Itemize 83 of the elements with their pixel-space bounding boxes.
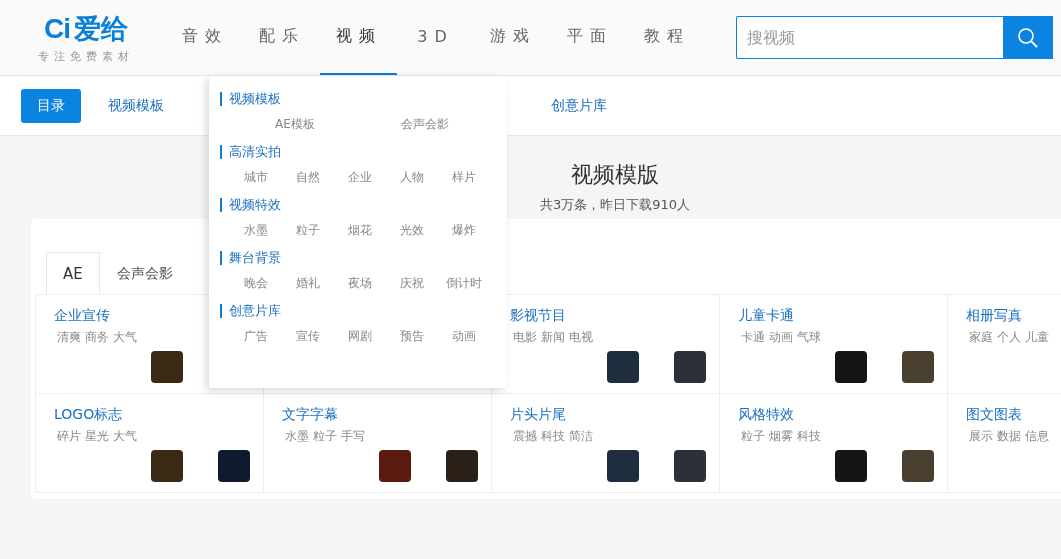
nav-tab[interactable]: 音效 (166, 0, 243, 75)
tab[interactable]: 会声会影 (99, 252, 190, 294)
category-card[interactable]: 风格特效 粒子 烟雾 科技 (720, 394, 948, 493)
category-title[interactable]: 影视节目 (510, 307, 566, 327)
video-thumbnail[interactable] (446, 450, 478, 482)
menu-item[interactable]: 自然 (282, 169, 334, 186)
video-thumbnail[interactable] (835, 351, 867, 383)
menu-item[interactable]: 倒计时 (438, 275, 490, 292)
section-title: 视频模版 (571, 161, 659, 189)
category-card[interactable]: LOGO标志 碎片 星光 大气 (36, 394, 264, 493)
menu-item[interactable]: 烟花 (334, 222, 386, 239)
nav-tab[interactable]: 教程 (628, 0, 705, 75)
menu-item[interactable]: 晚会 (230, 275, 282, 292)
category-title[interactable]: 风格特效 (738, 406, 794, 426)
search-icon (1017, 26, 1039, 49)
category-tags: 电影 新闻 电视 (510, 329, 593, 345)
subnav-link[interactable]: 创意片库 (551, 88, 607, 123)
menu-heading[interactable]: 视频特效 (220, 198, 491, 212)
category-title[interactable]: 文字字幕 (282, 406, 338, 426)
logo-name: 爱给 (74, 12, 128, 46)
video-thumbnail[interactable] (218, 450, 250, 482)
category-card[interactable]: 片头片尾 震撼 科技 简洁 (492, 394, 720, 493)
nav-tab[interactable]: 3D (397, 0, 474, 75)
menu-item[interactable]: 庆祝 (386, 275, 438, 292)
menu-item[interactable]: 企业 (334, 169, 386, 186)
menu-heading[interactable]: 高清实拍 (220, 145, 491, 159)
category-tags: 震撼 科技 简洁 (510, 428, 593, 444)
subnav-link[interactable]: 目录 (21, 88, 81, 123)
menu-heading[interactable]: 舞台背景 (220, 251, 491, 265)
menu-heading[interactable]: 创意片库 (220, 304, 491, 318)
video-thumbnail[interactable] (151, 450, 183, 482)
menu-item[interactable]: 人物 (386, 169, 438, 186)
category-tags: 卡通 动画 气球 (738, 329, 821, 345)
video-thumbnail[interactable] (902, 450, 934, 482)
category-tags: 水墨 粒子 手写 (282, 428, 365, 444)
menu-item[interactable]: 预告 (386, 328, 438, 345)
search-field[interactable]: 搜视频 (736, 16, 1003, 59)
nav-tab[interactable]: 平面 (551, 0, 628, 75)
logo-mark: Ci (44, 13, 70, 45)
category-title[interactable]: 片头片尾 (510, 406, 566, 426)
video-thumbnail[interactable] (835, 450, 867, 482)
category-card[interactable]: 相册写真 家庭 个人 儿童 (948, 295, 1061, 394)
category-card[interactable]: 儿童卡通 卡通 动画 气球 (720, 295, 948, 394)
category-tags: 粒子 烟雾 科技 (738, 428, 821, 444)
category-title[interactable]: 儿童卡通 (738, 307, 794, 327)
logo-tagline: 专注免费素材 (38, 49, 134, 64)
menu-item[interactable]: 宣传 (282, 328, 334, 345)
category-title[interactable]: LOGO标志 (54, 406, 123, 426)
menu-item[interactable]: 样片 (438, 169, 490, 186)
menu-item[interactable]: 光效 (386, 222, 438, 239)
menu-item[interactable]: 会声会影 (360, 116, 490, 133)
video-thumbnail[interactable] (379, 450, 411, 482)
category-title[interactable]: 图文图表 (966, 406, 1022, 426)
category-tags: 家庭 个人 儿童 (966, 329, 1049, 345)
category-title[interactable]: 相册写真 (966, 307, 1022, 327)
category-title[interactable]: 企业宣传 (54, 307, 110, 327)
menu-item[interactable]: 动画 (438, 328, 490, 345)
video-thumbnail[interactable] (674, 351, 706, 383)
section-subtitle: 共3万条，昨日下载910人 (539, 196, 691, 214)
menu-item[interactable]: 夜场 (334, 275, 386, 292)
category-tags: 碎片 星光 大气 (54, 428, 137, 444)
menu-item[interactable]: 水墨 (230, 222, 282, 239)
category-card[interactable]: 图文图表 展示 数据 信息 (948, 394, 1061, 493)
nav-tab[interactable]: 游戏 (474, 0, 551, 75)
category-tags: 清爽 商务 大气 (54, 329, 137, 345)
menu-item[interactable]: 城市 (230, 169, 282, 186)
video-thumbnail[interactable] (607, 450, 639, 482)
menu-item[interactable]: 粒子 (282, 222, 334, 239)
nav-tab[interactable]: 配乐 (243, 0, 320, 75)
menu-item[interactable]: AE模板 (230, 116, 360, 133)
menu-item[interactable]: 爆炸 (438, 222, 490, 239)
menu-heading[interactable]: 视频模板 (220, 92, 491, 106)
menu-item[interactable]: 婚礼 (282, 275, 334, 292)
search-button[interactable] (1003, 16, 1053, 59)
category-card[interactable]: 文字字幕 水墨 粒子 手写 (264, 394, 492, 493)
video-thumbnail[interactable] (902, 351, 934, 383)
menu-item[interactable]: 网剧 (334, 328, 386, 345)
tab[interactable]: AE (46, 252, 100, 294)
video-thumbnail[interactable] (607, 351, 639, 383)
video-thumbnail[interactable] (151, 351, 183, 383)
category-tags: 展示 数据 信息 (966, 428, 1049, 444)
subnav-link[interactable]: 视频模板 (108, 88, 164, 123)
video-thumbnail[interactable] (674, 450, 706, 482)
